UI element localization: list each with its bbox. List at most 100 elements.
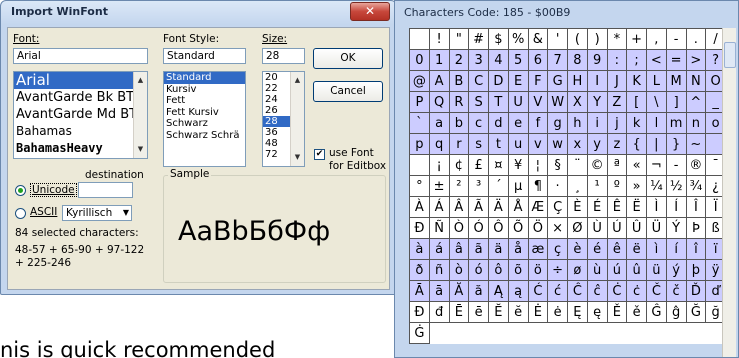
char-cell[interactable]: · — [547, 175, 568, 197]
char-cell[interactable]: ´ — [488, 175, 509, 197]
char-cell[interactable]: M — [665, 70, 687, 92]
list-item[interactable]: BahamasHeavy — [14, 140, 147, 157]
char-cell[interactable]: * — [606, 28, 628, 50]
char-cell[interactable] — [528, 323, 548, 344]
char-cell[interactable]: K — [626, 70, 647, 92]
char-cell[interactable]: µ — [507, 175, 529, 197]
size-list-scrollbar[interactable]: ▲ ▼ — [290, 72, 304, 166]
char-cell[interactable]: > — [685, 49, 707, 71]
char-cell[interactable]: Ę — [567, 301, 588, 323]
char-cell[interactable]: ¬ — [646, 154, 667, 176]
char-cell[interactable]: ¦ — [527, 154, 549, 176]
char-cell[interactable]: Ù — [586, 217, 608, 239]
char-cell[interactable]: ě — [626, 301, 647, 323]
cancel-button[interactable]: Cancel — [313, 81, 383, 102]
char-cell[interactable]: Z — [606, 91, 628, 113]
char-cell[interactable]: â — [448, 238, 470, 260]
font-style-input[interactable]: Standard — [163, 48, 246, 64]
char-cell[interactable]: Ĕ — [488, 301, 509, 323]
char-cell[interactable]: È — [567, 196, 588, 218]
char-cell[interactable]: P — [409, 91, 430, 113]
char-cell[interactable]: } — [665, 133, 687, 155]
char-cell[interactable]: Ě — [606, 301, 628, 323]
char-cell[interactable]: © — [586, 154, 608, 176]
char-cell[interactable]: § — [547, 154, 568, 176]
char-cell[interactable]: S — [468, 91, 489, 113]
char-cell[interactable]: H — [567, 70, 588, 92]
char-cell[interactable]: Ç — [547, 196, 568, 218]
char-cell[interactable]: ¼ — [646, 175, 667, 197]
char-cell[interactable]: ¤ — [488, 154, 509, 176]
list-item[interactable]: Bahamas — [14, 123, 147, 140]
char-cell[interactable]: ý — [665, 259, 687, 281]
char-cell[interactable]: X — [567, 91, 588, 113]
char-cell[interactable]: e — [507, 112, 529, 134]
char-cell[interactable]: ñ — [428, 259, 450, 281]
char-cell[interactable]: ā — [428, 280, 450, 302]
char-cell[interactable]: õ — [507, 259, 529, 281]
char-cell[interactable]: × — [547, 217, 568, 239]
char-cell[interactable]: Ġ — [409, 322, 430, 344]
char-cell[interactable]: d — [488, 112, 509, 134]
char-cell[interactable]: v — [527, 133, 549, 155]
char-cell[interactable]: 5 — [507, 49, 529, 71]
char-cell[interactable]: þ — [685, 259, 707, 281]
char-cell[interactable]: ë — [626, 238, 647, 260]
char-cell[interactable]: Ē — [448, 301, 470, 323]
char-cell[interactable]: Ñ — [428, 217, 450, 239]
char-cell[interactable]: ÷ — [547, 259, 568, 281]
char-cell[interactable]: 9 — [586, 49, 608, 71]
char-cell[interactable] — [686, 323, 706, 344]
char-cell[interactable]: Ć — [527, 280, 549, 302]
char-cell[interactable]: Ą — [488, 280, 509, 302]
char-cell[interactable]: ú — [606, 259, 628, 281]
char-cell[interactable]: ą — [507, 280, 529, 302]
char-cell[interactable]: A — [428, 70, 450, 92]
char-cell[interactable]: ` — [409, 112, 430, 134]
list-item[interactable]: Fett Kursiv — [164, 107, 245, 119]
char-cell[interactable]: | — [646, 133, 667, 155]
char-cell[interactable]: ô — [488, 259, 509, 281]
char-cell[interactable]: ü — [646, 259, 667, 281]
char-cell[interactable]: ć — [547, 280, 568, 302]
char-cell[interactable]: Ğ — [685, 301, 707, 323]
char-cell[interactable]: ² — [448, 175, 470, 197]
size-input[interactable]: 28 — [262, 48, 305, 64]
char-cell[interactable]: - — [665, 154, 687, 176]
char-cell[interactable]: : — [606, 49, 628, 71]
scroll-down-icon[interactable]: ▼ — [134, 143, 147, 156]
char-cell[interactable]: C — [468, 70, 489, 92]
scroll-down-icon[interactable]: ▼ — [291, 151, 304, 164]
char-cell[interactable]: û — [626, 259, 647, 281]
char-cell[interactable]: E — [507, 70, 529, 92]
char-cell[interactable]: ¡ — [428, 154, 450, 176]
char-cell[interactable]: Ā — [409, 280, 430, 302]
char-cell[interactable]: ò — [448, 259, 470, 281]
char-cell[interactable]: Ô — [488, 217, 509, 239]
char-cell[interactable]: ; — [626, 49, 647, 71]
char-cell[interactable]: ^ — [685, 91, 707, 113]
char-cell[interactable]: ė — [547, 301, 568, 323]
char-cell[interactable]: r — [448, 133, 470, 155]
list-item[interactable]: Arial — [14, 72, 147, 89]
char-cell[interactable]: ç — [547, 238, 568, 260]
char-cell[interactable] — [469, 323, 489, 344]
char-cell[interactable]: z — [606, 133, 628, 155]
char-cell[interactable]: ö — [527, 259, 549, 281]
char-cell[interactable]: ¶ — [527, 175, 549, 197]
char-cell[interactable]: n — [685, 112, 707, 134]
char-cell[interactable]: 1 — [428, 49, 450, 71]
char-cell[interactable]: ¢ — [448, 154, 470, 176]
char-cell[interactable]: ª — [606, 154, 628, 176]
char-cell[interactable] — [508, 323, 528, 344]
char-cell[interactable]: # — [468, 28, 489, 50]
char-cell[interactable]: Ó — [468, 217, 489, 239]
char-cell[interactable]: 0 — [409, 49, 430, 71]
char-cell[interactable]: Ë — [626, 196, 647, 218]
char-cell[interactable]: é — [586, 238, 608, 260]
char-cell[interactable]: $ — [488, 28, 509, 50]
char-cell[interactable]: D — [488, 70, 509, 92]
char-cell[interactable]: Č — [646, 280, 667, 302]
char-cell[interactable]: É — [586, 196, 608, 218]
char-cell[interactable]: Ė — [527, 301, 549, 323]
